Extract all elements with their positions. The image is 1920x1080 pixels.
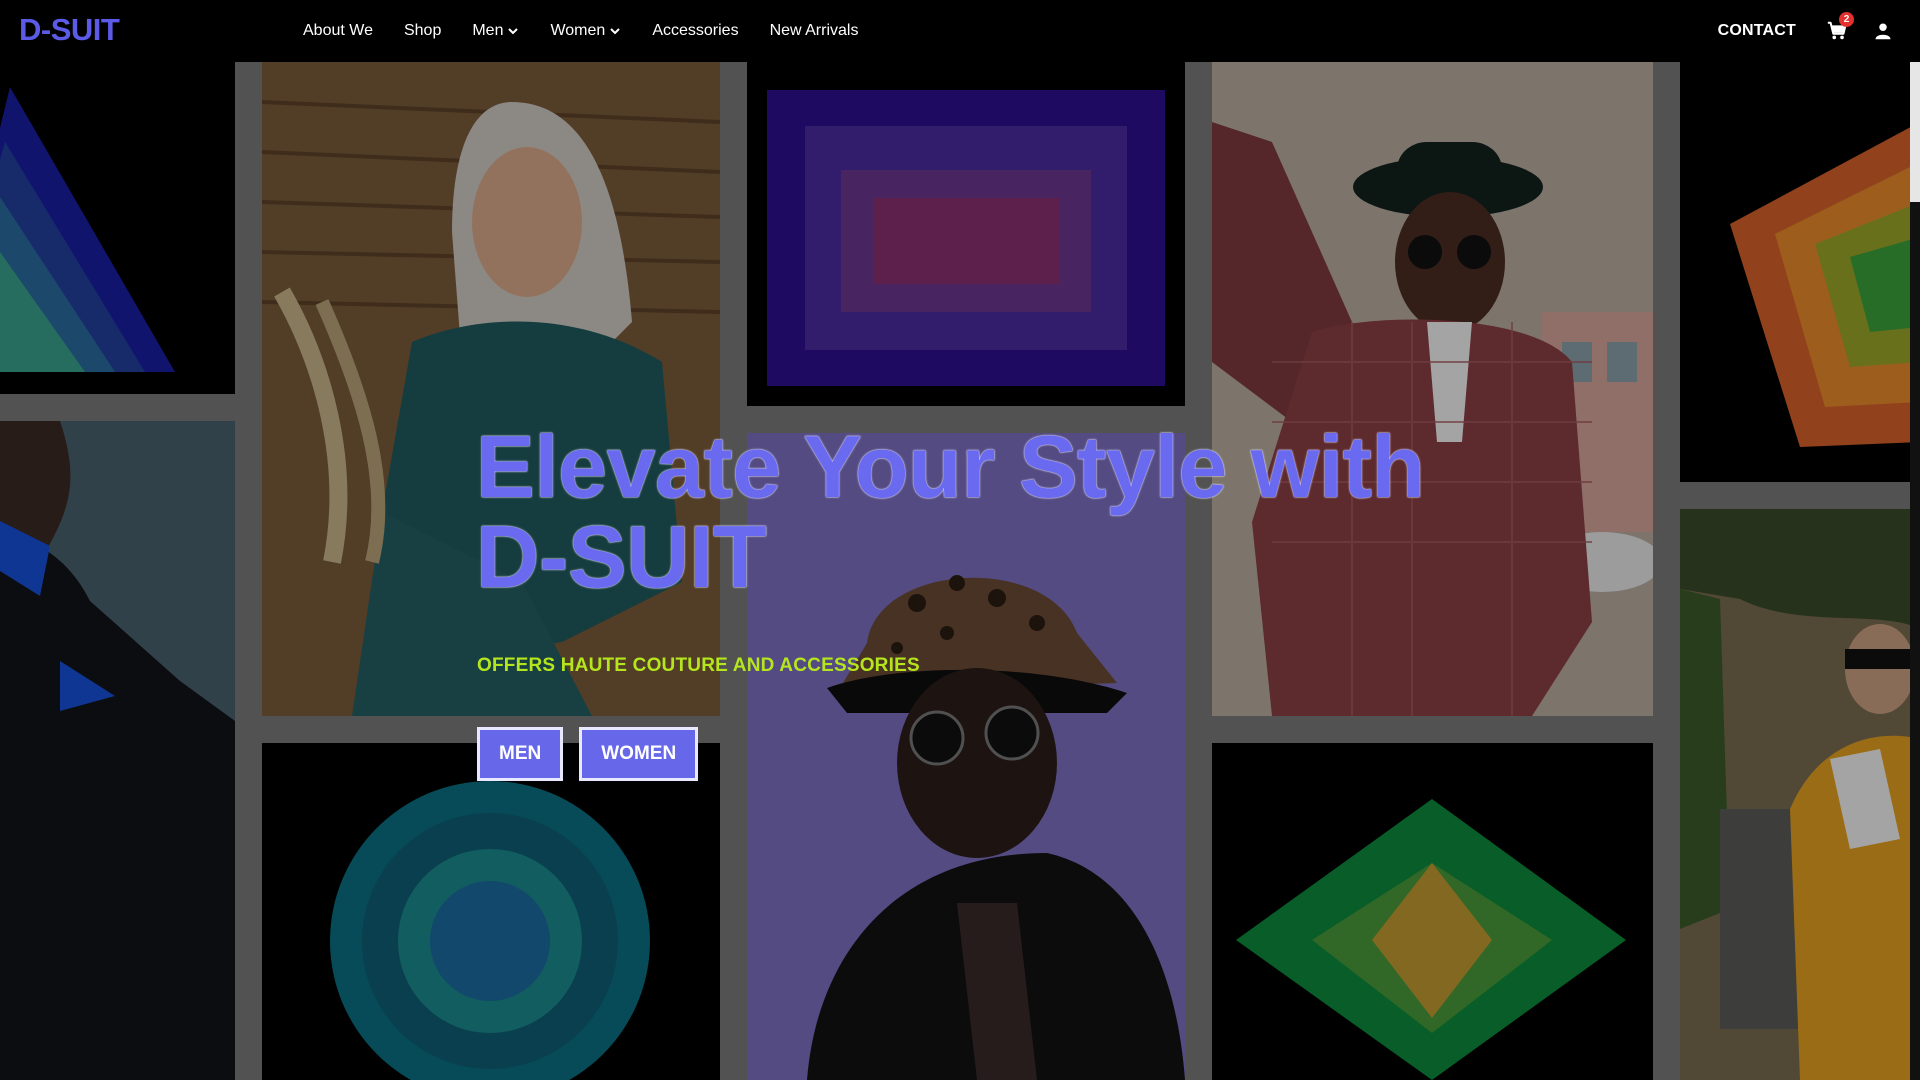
nav-item-women[interactable]: Women [550,22,621,40]
nav-item-about[interactable]: About We [303,22,373,40]
tile-triangle-graphic [0,62,235,394]
men-button[interactable]: MEN [477,727,564,781]
tile-photo-man-bowtie [0,421,235,1080]
hero-subtitle: OFFERS HAUTE COUTURE AND ACCESSORIES [477,655,920,676]
nav-actions: CONTACT 2 [1718,0,1920,62]
hero-title-line2: D-SUIT [476,507,767,606]
cart-count-badge: 2 [1839,12,1854,27]
hero-buttons: MEN WOMEN [477,727,714,781]
nav-item-men[interactable]: Men [472,22,519,40]
tile-rectangles-graphic [747,62,1185,406]
chevron-down-icon [508,28,519,35]
hero-title: Elevate Your Style with D-SUIT [476,422,1476,602]
chevron-down-icon [610,28,621,35]
user-icon[interactable] [1874,22,1892,40]
top-navbar: D-SUIT About We Shop Men Women Accessori… [0,0,1920,62]
hero-title-line1: Elevate Your Style with [476,417,1425,516]
tile-circles-graphic [262,743,720,1080]
tile-photo-woman-yellow [1680,509,1920,1080]
nav-item-label: Accessories [652,22,739,39]
scrollbar-thumb[interactable] [1910,62,1920,202]
nav-item-shop[interactable]: Shop [404,22,441,40]
nav-item-accessories[interactable]: Accessories [652,22,738,40]
cart-button[interactable]: 2 [1826,12,1854,42]
tile-pentagon-graphic [1680,62,1920,482]
tile-photo-woman-plaid-suit [1212,62,1653,716]
page: D-SUIT About We Shop Men Women Accessori… [0,0,1920,1080]
nav-item-label: New Arrivals [769,22,859,39]
nav-item-label: Women [550,22,606,39]
nav-item-label: Shop [403,22,442,39]
contact-link[interactable]: CONTACT [1718,22,1796,40]
scrollbar[interactable] [1910,62,1920,1080]
main-menu: About We Shop Men Women Accessories New … [303,0,889,62]
women-button[interactable]: WOMEN [579,727,699,781]
brand-logo[interactable]: D-SUIT [19,12,120,48]
tile-photo-woman-scarf [262,62,720,716]
tile-diamond-graphic [1212,743,1653,1080]
nav-item-label: Men [472,22,504,39]
nav-item-label: About We [303,22,373,39]
nav-item-new-arrivals[interactable]: New Arrivals [770,22,859,40]
